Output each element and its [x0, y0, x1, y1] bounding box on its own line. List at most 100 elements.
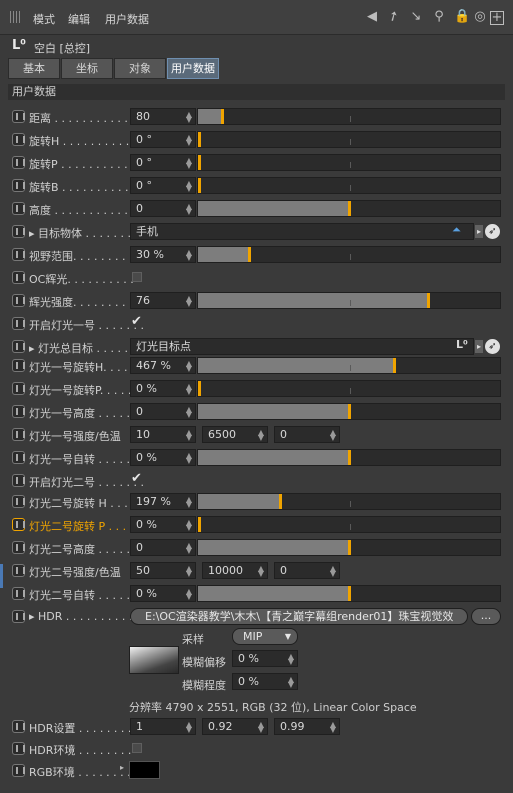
slider-fov[interactable] — [197, 246, 501, 263]
input-l2-height[interactable]: 0 ▲ ▼ — [130, 539, 196, 556]
row-target: ▸ 目标物体 . . . . . . . . . 手机 ⏶ ▸ ➶ — [8, 221, 505, 242]
keyframe-icon[interactable] — [12, 742, 25, 755]
keyframe-icon[interactable] — [12, 382, 25, 395]
keyframe-icon[interactable] — [12, 564, 25, 577]
slider-height[interactable] — [197, 200, 501, 217]
menu-edit[interactable]: 编辑 — [68, 11, 90, 27]
checkmark-icon[interactable]: ✔ — [131, 314, 142, 329]
checkmark-icon[interactable]: ✔ — [131, 471, 142, 486]
slider-l2-height[interactable] — [197, 539, 501, 556]
keyframe-icon[interactable] — [12, 156, 25, 169]
keyframe-icon[interactable] — [12, 340, 25, 353]
keyframe-icon[interactable] — [12, 428, 25, 441]
input-l1-color-temp[interactable]: 6500 ▲ ▼ — [202, 426, 268, 443]
label-hdr: ▸ HDR . . . . . . . . . . . . — [29, 610, 147, 623]
input-rot-b[interactable]: 0 ° ▲ ▼ — [130, 177, 196, 194]
keyframe-icon[interactable] — [12, 294, 25, 307]
keyframe-icon[interactable] — [12, 359, 25, 372]
input-l1-height[interactable]: 0 ▲ ▼ — [130, 403, 196, 420]
input-distance[interactable]: 80 ▲ ▼ — [130, 108, 196, 125]
keyframe-icon[interactable] — [12, 610, 25, 623]
input-height[interactable]: 0 ▲ ▼ — [130, 200, 196, 217]
keyframe-icon[interactable] — [12, 248, 25, 261]
arrow-up-icon[interactable]: ➚ — [383, 6, 405, 28]
checkbox-hdr-env[interactable] — [132, 743, 142, 753]
label-rot-h: 旋转H . . . . . . . . . . . — [29, 135, 137, 148]
keyframe-icon[interactable] — [12, 518, 25, 531]
arrow-down-icon[interactable]: ↘ — [408, 9, 424, 25]
input-rot-h[interactable]: 0 ° ▲ ▼ — [130, 131, 196, 148]
keyframe-icon[interactable] — [12, 179, 25, 192]
input-rot-p[interactable]: 0 ° ▲ ▼ — [130, 154, 196, 171]
slider-l1-rotp[interactable] — [197, 380, 501, 397]
tab-coord[interactable]: 坐标 — [61, 58, 113, 79]
keyframe-icon[interactable] — [12, 541, 25, 554]
hdr-file-path[interactable]: E:\OC渲染器教学\木木\【青之巅字幕组render01】珠宝视觉效 — [130, 608, 468, 625]
input-flare-strength[interactable]: 76 ▲ ▼ — [130, 292, 196, 309]
input-l2-color-temp[interactable]: 10000 ▲ ▼ — [202, 562, 268, 579]
search-icon[interactable]: ⚲ — [431, 9, 447, 25]
keyframe-icon[interactable] — [12, 451, 25, 464]
menu-userdata[interactable]: 用户数据 — [105, 11, 149, 27]
slider-rot-b[interactable] — [197, 177, 501, 194]
add-panel-icon[interactable]: + — [490, 11, 504, 25]
keyframe-icon[interactable] — [12, 587, 25, 600]
drag-handle-icon[interactable] — [10, 11, 22, 23]
keyframe-icon[interactable] — [12, 133, 25, 146]
input-l2-extra[interactable]: 0 ▲ ▼ — [274, 562, 340, 579]
browse-button[interactable]: ... — [471, 608, 501, 625]
input-hdr-setting-1[interactable]: 1 ▲ ▼ — [130, 718, 196, 735]
slider-l2-self[interactable] — [197, 585, 501, 602]
pick-object-icon[interactable]: ➶ — [485, 224, 500, 239]
input-l1-extra[interactable]: 0 ▲ ▼ — [274, 426, 340, 443]
input-fov[interactable]: 30 % ▲ ▼ — [130, 246, 196, 263]
slider-l1-self[interactable] — [197, 449, 501, 466]
input-l1-self[interactable]: 0 % ▲ ▼ — [130, 449, 196, 466]
keyframe-icon[interactable] — [12, 271, 25, 284]
expand-triangle-icon[interactable]: ▸ — [120, 763, 124, 772]
input-hdr-setting-2[interactable]: 0.92 ▲ ▼ — [202, 718, 268, 735]
input-l2-strength[interactable]: 50 ▲ ▼ — [130, 562, 196, 579]
keyframe-icon[interactable] — [12, 495, 25, 508]
slider-flare-strength[interactable] — [197, 292, 501, 309]
input-l1-rotp[interactable]: 0 % ▲ ▼ — [130, 380, 196, 397]
slider-l1-rot[interactable] — [197, 357, 501, 374]
pick-object-icon[interactable]: ➶ — [485, 339, 500, 354]
slider-l1-height[interactable] — [197, 403, 501, 420]
keyframe-icon[interactable] — [12, 405, 25, 418]
tab-userdata[interactable]: 用户数据 — [167, 58, 219, 79]
target-icon[interactable]: ◎ — [472, 9, 488, 25]
link-light-target[interactable]: 灯光目标点 — [130, 338, 474, 355]
slider-distance[interactable] — [197, 108, 501, 125]
keyframe-icon[interactable] — [12, 764, 25, 777]
input-blur-offset[interactable]: 0 % ▲ ▼ — [232, 650, 298, 667]
keyframe-icon[interactable] — [12, 720, 25, 733]
checkbox-oc-flare[interactable] — [132, 272, 142, 282]
keyframe-icon[interactable] — [12, 474, 25, 487]
input-blur-degree[interactable]: 0 % ▲ ▼ — [232, 673, 298, 690]
link-target[interactable]: 手机 — [130, 223, 474, 240]
keyframe-icon[interactable] — [12, 317, 25, 330]
arrow-back-icon[interactable]: ◀ — [364, 9, 380, 25]
rgb-color-swatch[interactable] — [129, 761, 160, 779]
menu-mode[interactable]: 模式 — [33, 11, 55, 27]
sampling-dropdown[interactable]: MIP ▼ — [232, 628, 298, 645]
slider-rot-h[interactable] — [197, 131, 501, 148]
link-menu-button[interactable]: ▸ — [475, 225, 483, 238]
tab-object[interactable]: 对象 — [114, 58, 166, 79]
keyframe-icon[interactable] — [12, 202, 25, 215]
input-l1-rot[interactable]: 467 % ▲ ▼ — [130, 357, 196, 374]
slider-l2-rot[interactable] — [197, 493, 501, 510]
link-menu-button[interactable]: ▸ — [475, 340, 483, 353]
input-l2-self[interactable]: 0 % ▲ ▼ — [130, 585, 196, 602]
keyframe-icon[interactable] — [12, 225, 25, 238]
keyframe-icon[interactable] — [12, 110, 25, 123]
input-hdr-setting-3[interactable]: 0.99 ▲ ▼ — [274, 718, 340, 735]
input-l2-rotp[interactable]: 0 % ▲ ▼ — [130, 516, 196, 533]
lock-icon[interactable]: 🔒 — [454, 9, 470, 25]
slider-l2-rotp[interactable] — [197, 516, 501, 533]
slider-rot-p[interactable] — [197, 154, 501, 171]
input-l2-rot[interactable]: 197 % ▲ ▼ — [130, 493, 196, 510]
input-l1-strength[interactable]: 10 ▲ ▼ — [130, 426, 196, 443]
tab-basic[interactable]: 基本 — [8, 58, 60, 79]
